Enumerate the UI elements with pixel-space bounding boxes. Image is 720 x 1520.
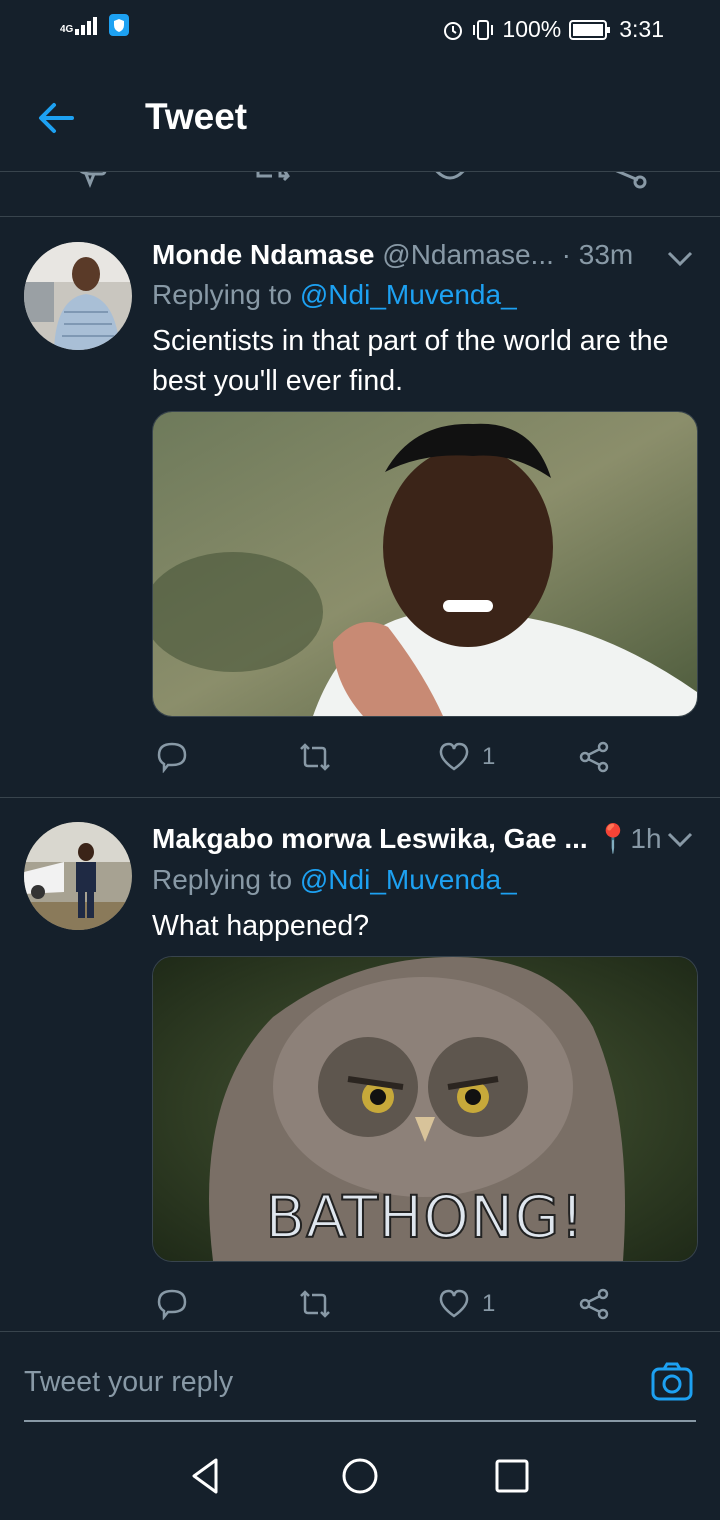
- tweet-actions: 1: [152, 1284, 622, 1324]
- nav-home-icon[interactable]: [340, 1456, 380, 1496]
- status-left: 4G: [60, 14, 130, 36]
- tweet-media-gif[interactable]: [152, 411, 698, 717]
- clock: 3:31: [619, 16, 664, 42]
- nav-recents-icon[interactable]: [492, 1456, 532, 1496]
- network-type: 4G: [60, 24, 74, 35]
- display-name[interactable]: Makgabo morwa Leswika, Gae ...: [152, 823, 588, 854]
- tweet-card[interactable]: Makgabo morwa Leswika, Gae ... 📍1h Reply…: [0, 798, 720, 1330]
- reply-button[interactable]: [156, 737, 188, 777]
- reply-input[interactable]: Tweet your reply: [24, 1366, 233, 1399]
- replying-to-label: Replying to: [152, 864, 293, 895]
- shield-icon: [109, 14, 130, 36]
- like-button[interactable]: 1: [438, 1284, 495, 1324]
- previous-tweet-actions: [0, 172, 720, 202]
- timestamp: 1h: [630, 823, 662, 854]
- reply-bar: Tweet your reply: [0, 1332, 720, 1432]
- share-icon: [579, 1288, 609, 1320]
- reply-button[interactable]: [156, 1284, 188, 1324]
- tweet-header: Monde Ndamase @Ndamase... · 33m: [152, 239, 633, 271]
- vibrate-icon: [473, 19, 494, 40]
- page-title: Tweet: [145, 96, 248, 137]
- retweet-button[interactable]: [298, 1284, 332, 1324]
- tweet-text: What happened?: [152, 910, 370, 942]
- like-count: 1: [482, 1290, 496, 1317]
- share-button[interactable]: [578, 1284, 610, 1324]
- timestamp: · 33m: [561, 239, 634, 270]
- avatar[interactable]: [24, 822, 132, 930]
- status-right: 100% 3:31: [442, 16, 664, 43]
- alarm-icon: [444, 21, 463, 40]
- avatar[interactable]: [24, 242, 132, 350]
- location-pin: 📍: [595, 823, 631, 854]
- replying-to-label: Replying to: [152, 279, 293, 310]
- heart-icon[interactable]: [430, 172, 470, 192]
- reply-icon[interactable]: [72, 172, 112, 192]
- replying-to: Replying to @Ndi_Muvenda_: [152, 864, 517, 896]
- retweet-button[interactable]: [298, 737, 332, 777]
- network-indicator: 4G: [60, 15, 101, 35]
- tweet-header: Makgabo morwa Leswika, Gae ... 📍1h: [152, 822, 662, 855]
- chevron-down-icon[interactable]: [666, 830, 694, 850]
- nav-back-icon[interactable]: [186, 1456, 226, 1496]
- chevron-down-icon[interactable]: [666, 249, 694, 269]
- signal-icon: [75, 17, 98, 35]
- share-button[interactable]: [578, 737, 610, 777]
- reply-icon: [157, 1289, 187, 1320]
- heart-icon: [439, 742, 469, 771]
- top-bar: Tweet: [0, 60, 720, 172]
- retweet-icon[interactable]: [252, 172, 296, 190]
- battery-icon: [569, 19, 611, 40]
- share-icon: [579, 741, 609, 773]
- display-name[interactable]: Monde Ndamase: [152, 239, 375, 270]
- battery-percent: 100%: [502, 16, 562, 42]
- camera-icon[interactable]: [650, 1360, 694, 1404]
- retweet-icon: [300, 1290, 330, 1318]
- gif-caption: BATHONG!: [264, 1182, 585, 1252]
- reply-underline: [24, 1420, 696, 1422]
- retweet-icon: [300, 743, 330, 771]
- like-button[interactable]: 1: [438, 737, 495, 777]
- tweet-card[interactable]: Monde Ndamase @Ndamase... · 33m Replying…: [0, 217, 720, 797]
- system-nav-bar: [0, 1432, 720, 1520]
- share-icon[interactable]: [606, 172, 650, 192]
- replying-to-link[interactable]: @Ndi_Muvenda_: [300, 864, 517, 895]
- tweet-actions: 1: [152, 737, 622, 777]
- like-count: 1: [482, 743, 496, 770]
- arrow-left-icon[interactable]: [36, 98, 76, 138]
- handle[interactable]: @Ndamase...: [382, 239, 554, 270]
- tweet-text: Scientists in that part of the world are…: [152, 325, 669, 397]
- heart-icon: [439, 1289, 469, 1318]
- status-bar: 4G 100% 3:31: [0, 0, 720, 60]
- replying-to-link[interactable]: @Ndi_Muvenda_: [300, 279, 517, 310]
- tweet-media-gif[interactable]: BATHONG!: [152, 956, 698, 1262]
- reply-icon: [157, 742, 187, 773]
- replying-to: Replying to @Ndi_Muvenda_: [152, 279, 517, 311]
